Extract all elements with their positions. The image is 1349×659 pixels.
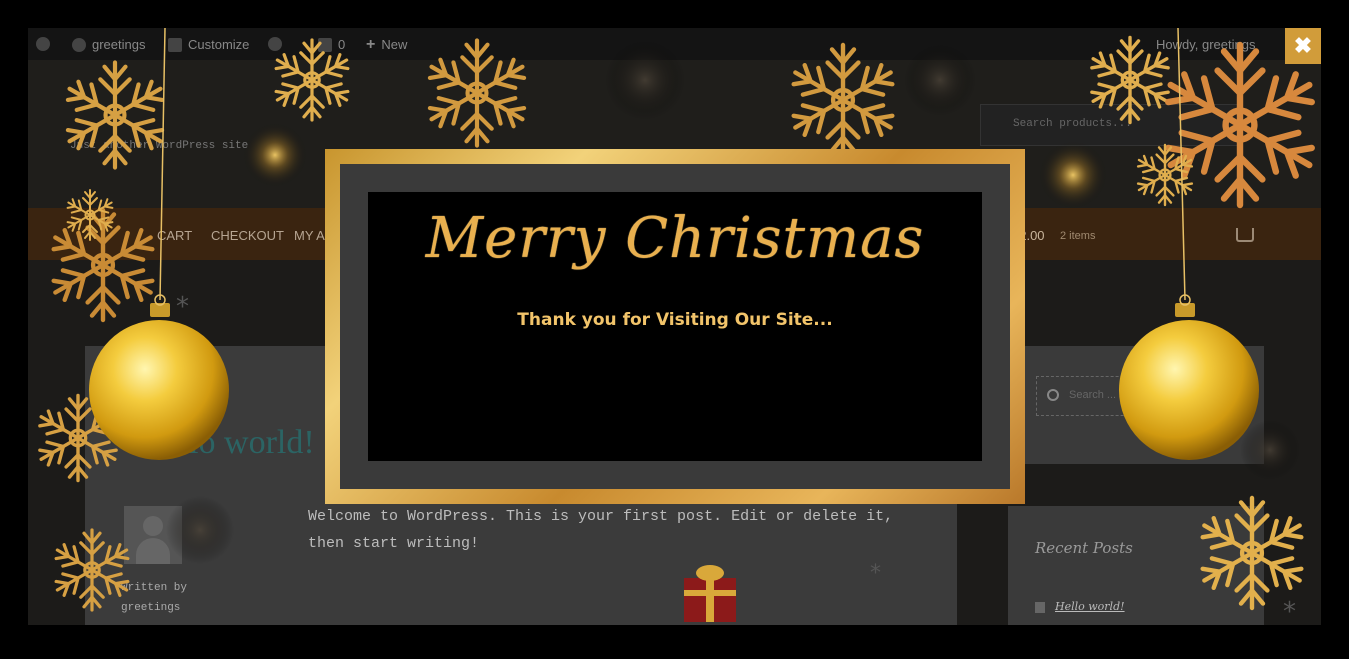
popup-frame: Merry Christmas Thank you for Visiting O… <box>340 164 1010 489</box>
popup-subtitle: Thank you for Visiting Our Site... <box>517 310 833 330</box>
basket-icon[interactable] <box>1236 228 1254 242</box>
admin-site-link[interactable]: greetings <box>72 37 145 52</box>
recent-post-link[interactable]: Hello world! <box>1055 600 1125 613</box>
sidebar-recent-widget <box>1008 506 1264 625</box>
post-body: Welcome to WordPress. This is your first… <box>308 508 894 552</box>
nav-item-cart[interactable]: CART <box>157 228 192 243</box>
close-button[interactable]: ✖ <box>1285 28 1321 64</box>
plus-icon: + <box>366 35 376 53</box>
refresh-icon <box>268 37 282 51</box>
admin-updates-link[interactable] <box>268 37 282 51</box>
admin-bar: greetings Customize 0 + New Howdy, greeti… <box>28 28 1321 60</box>
home-icon <box>72 37 86 52</box>
brush-icon <box>168 37 182 52</box>
nav-item-checkout[interactable]: CHECKOUT <box>211 228 284 243</box>
admin-comments-link[interactable]: 0 <box>318 37 345 52</box>
admin-new-link[interactable]: + New <box>366 35 407 53</box>
product-search-input[interactable]: Search products... <box>980 104 1238 146</box>
post-author: Written by greetings <box>121 582 188 614</box>
recent-posts-title: Recent Posts <box>1035 539 1133 557</box>
popup-content: Merry Christmas Thank you for Visiting O… <box>368 192 982 461</box>
comment-icon <box>318 37 332 52</box>
christmas-popup: Merry Christmas Thank you for Visiting O… <box>325 149 1025 504</box>
author-avatar <box>124 506 182 564</box>
wordpress-logo-icon[interactable] <box>36 37 50 51</box>
cart-count[interactable]: 2 items <box>1060 230 1095 242</box>
sidebar-search-input[interactable]: Search ... <box>1036 376 1238 416</box>
site-tagline: Just another WordPress site <box>70 140 249 152</box>
post-title[interactable]: Hello world! <box>140 424 315 462</box>
post-icon <box>1035 602 1045 613</box>
admin-howdy[interactable]: Howdy, greetings <box>1156 37 1255 52</box>
admin-customize-link[interactable]: Customize <box>168 37 249 52</box>
popup-title: Merry Christmas <box>425 206 925 271</box>
search-icon <box>1047 389 1059 401</box>
